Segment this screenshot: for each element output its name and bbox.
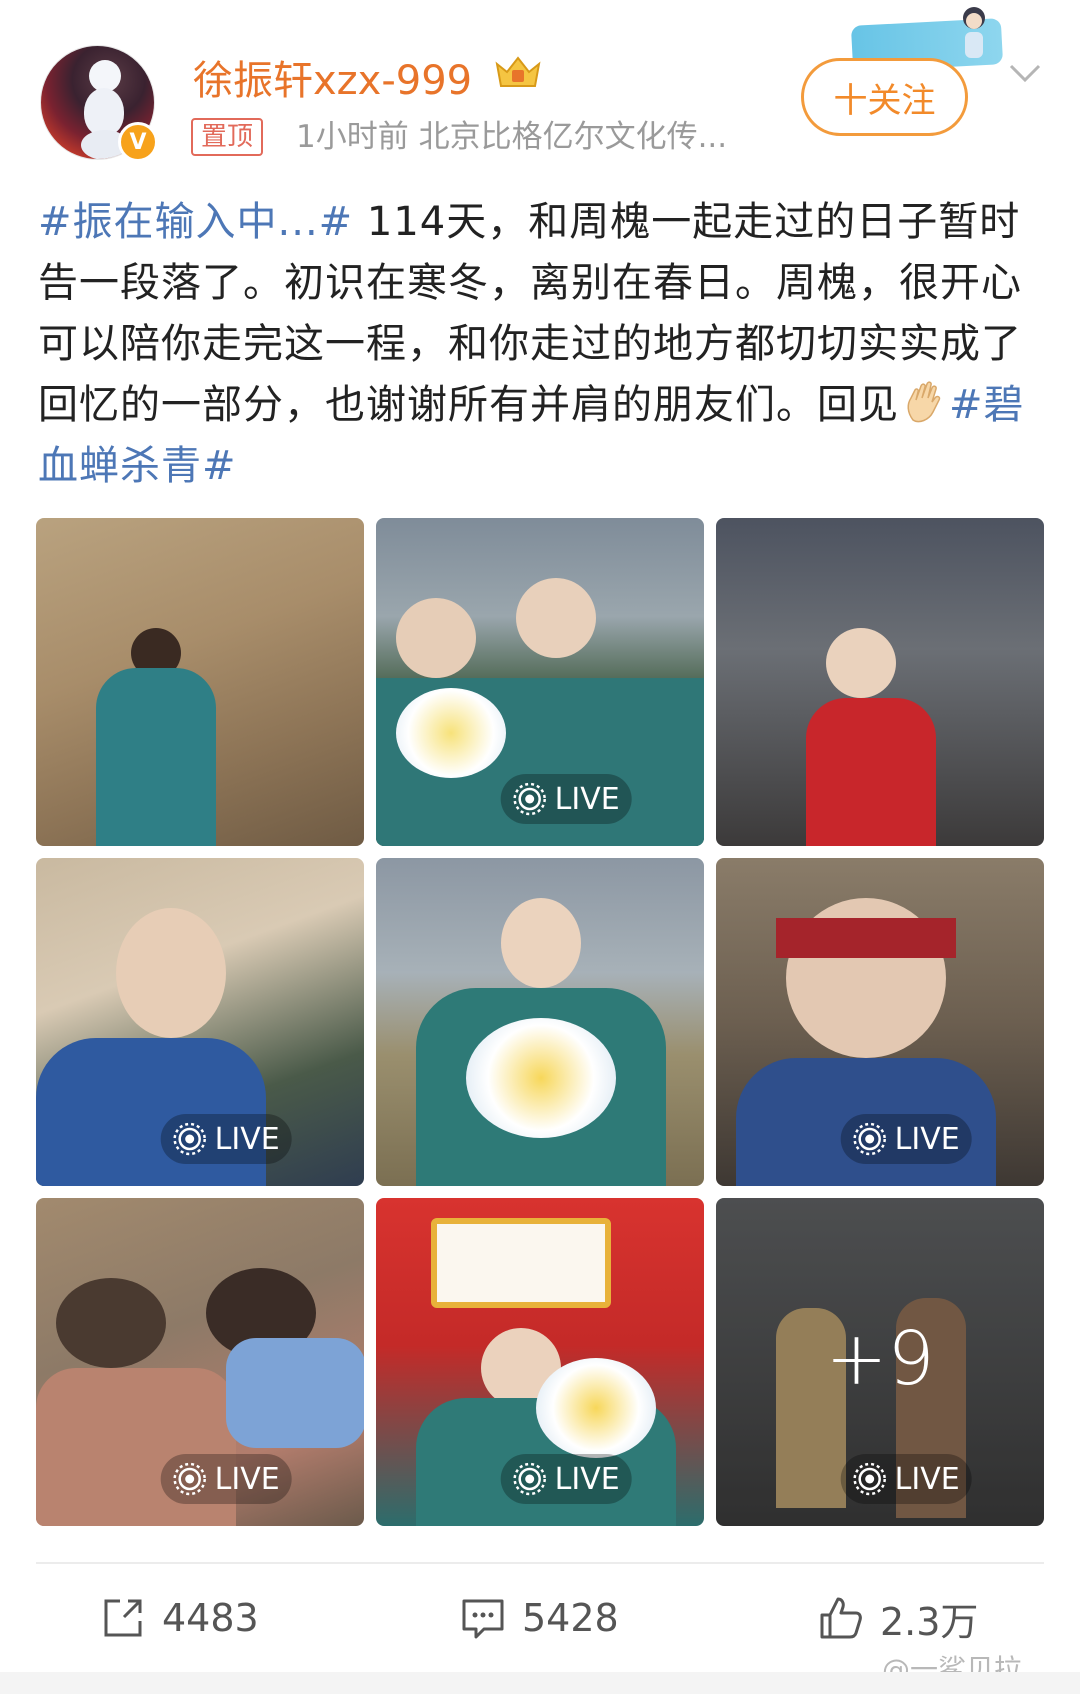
photo-figure [806, 698, 936, 846]
photo-4[interactable]: LIVE [36, 858, 364, 1186]
photo-flowers [396, 688, 506, 778]
photo-figure [516, 578, 596, 658]
avatar-snowman-body [84, 88, 124, 136]
photo-figure [56, 1278, 166, 1368]
photo-9[interactable]: +9 LIVE [716, 1198, 1044, 1526]
divider [36, 1562, 1044, 1564]
comment-button[interactable]: 5428 [460, 1590, 619, 1646]
photo-1[interactable] [36, 518, 364, 846]
photo-6[interactable]: LIVE [716, 858, 1044, 1186]
photo-8[interactable]: LIVE [376, 1198, 704, 1526]
post-text: #振在输入中...# 114天，和周槐一起走过的日子暂时告一段落了。初识在寒冬，… [38, 192, 1048, 497]
photo-grid: LIVE LIVE LIVE LIVE LIVE +9 LIVE [36, 518, 1044, 1526]
hashtag-zhen-typing[interactable]: #振在输入中...# [38, 199, 353, 245]
photo-cake [431, 1218, 611, 1308]
live-icon [853, 1122, 886, 1156]
live-label: LIVE [894, 1121, 960, 1157]
photo-figure [116, 908, 226, 1038]
post-meta: 1小时前 北京比格亿尔文化传... [296, 119, 728, 155]
verified-badge-icon: V [118, 122, 158, 162]
photo-figure [826, 628, 896, 698]
photo-flowers [466, 1018, 616, 1138]
photo-figure [226, 1338, 364, 1448]
follow-button[interactable]: 十关注 [801, 58, 968, 136]
live-label: LIVE [894, 1461, 960, 1497]
live-icon [853, 1462, 886, 1496]
live-badge: LIVE [160, 1114, 292, 1164]
live-badge: LIVE [500, 774, 632, 824]
photo-figure [396, 598, 476, 678]
photo-figure [501, 898, 581, 988]
comment-icon [462, 1599, 504, 1639]
live-badge: LIVE [840, 1114, 972, 1164]
photo-figure [96, 668, 216, 846]
live-badge: LIVE [160, 1454, 292, 1504]
like-count: 2.3万 [880, 1599, 979, 1644]
crown-icon [495, 56, 541, 87]
medal-figure-icon [963, 7, 985, 58]
waving-hand-emoji-icon [907, 381, 941, 423]
photo-7[interactable]: LIVE [36, 1198, 364, 1526]
pinned-tag: 置顶 [191, 118, 264, 156]
live-badge: LIVE [500, 1454, 632, 1504]
bottom-bar [0, 1672, 1080, 1694]
photo-5[interactable] [376, 858, 704, 1186]
live-badge: LIVE [840, 1454, 972, 1504]
live-icon [513, 1462, 546, 1496]
more-photos-count: +9 [825, 1316, 935, 1402]
like-button[interactable]: 2.3万 [818, 1590, 978, 1646]
comment-count: 5428 [522, 1596, 619, 1640]
live-icon [173, 1122, 206, 1156]
repost-count: 4483 [162, 1596, 259, 1640]
live-label: LIVE [554, 781, 620, 817]
live-label: LIVE [554, 1461, 620, 1497]
live-icon [173, 1462, 206, 1496]
like-icon [820, 1597, 862, 1639]
photo-flowers [536, 1358, 656, 1458]
chevron-down-icon[interactable] [1005, 58, 1045, 88]
author-name[interactable]: 徐振轩xzx-999 [193, 48, 472, 106]
live-label: LIVE [214, 1121, 280, 1157]
photo-blindfold [776, 918, 956, 958]
repost-button[interactable]: 4483 [100, 1590, 259, 1646]
photo-3[interactable] [716, 518, 1044, 846]
photo-2[interactable]: LIVE [376, 518, 704, 846]
live-label: LIVE [214, 1461, 280, 1497]
repost-icon [104, 1599, 142, 1637]
live-icon [513, 782, 546, 816]
